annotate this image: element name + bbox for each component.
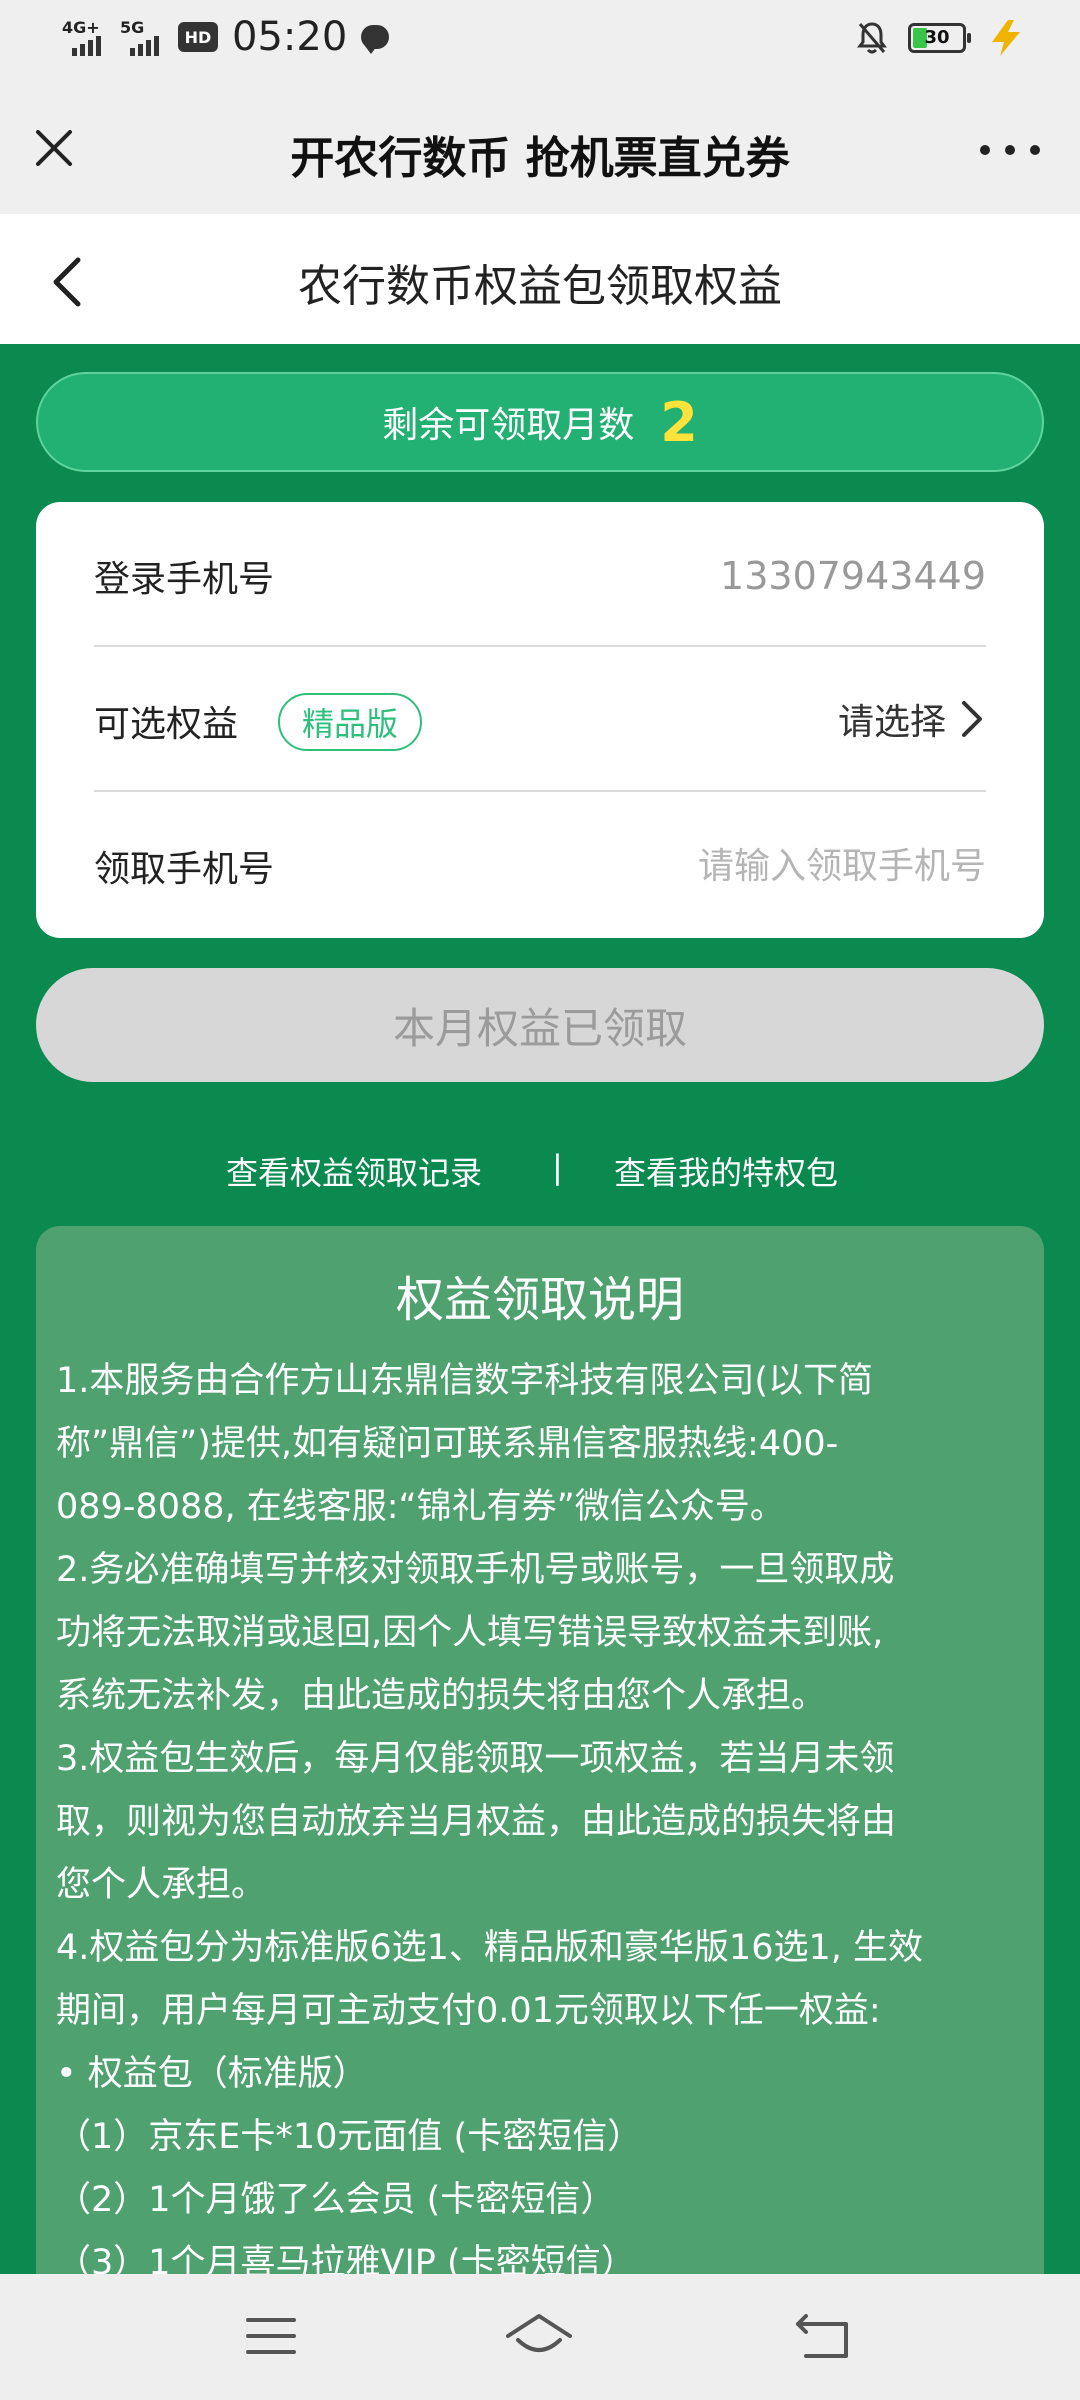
browser-title: 开农行数币 抢机票直兑券: [290, 133, 790, 184]
benefit-select-row[interactable]: 可选权益 精品版 请选择: [94, 647, 986, 792]
login-phone-row: 登录手机号 13307943449: [94, 502, 986, 647]
battery-level: 30: [924, 27, 950, 48]
main-content: 剩余可领取月数 2 登录手机号 13307943449 可选权益 精品版 请选择…: [0, 344, 1080, 2326]
instruction-line: 3.权益包生效后，每月仅能领取一项权益，若当月未领: [56, 1739, 895, 1779]
browser-header: 开农行数币 抢机票直兑券: [0, 80, 1080, 214]
status-left: 4G+ 5G HD 05:20: [62, 14, 390, 60]
signal-icon: 5G: [120, 16, 168, 58]
claim-phone-input[interactable]: [626, 836, 986, 896]
instruction-line: （1）京东E卡*10元面值 (卡密短信）: [56, 2117, 643, 2157]
page-title: 农行数币权益包领取权益: [298, 261, 782, 312]
link-separator: |: [552, 1148, 563, 1186]
benefit-selector[interactable]: 请选择: [838, 693, 986, 745]
benefit-label: 可选权益: [94, 704, 239, 745]
home-icon[interactable]: [504, 2304, 574, 2368]
instructions-title: 权益领取说明: [395, 1272, 684, 1328]
instruction-line: 期间，用户每月可主动支付0.01元领取以下任一权益:: [56, 1991, 881, 2031]
instructions-card: 权益领取说明 1.本服务由合作方山东鼎信数字科技有限公司(以下简 称”鼎信”)提…: [36, 1226, 1044, 2326]
claim-button[interactable]: 本月权益已领取: [36, 968, 1044, 1082]
sim1-label: 4G+: [62, 18, 100, 37]
link-bar: 查看权益领取记录 | 查看我的特权包: [0, 1144, 1080, 1194]
remaining-months-banner: 剩余可领取月数 2: [36, 372, 1044, 472]
instruction-line: 称”鼎信”)提供,如有疑问可联系鼎信客服热线:400-: [56, 1424, 839, 1464]
claim-phone-label: 领取手机号: [94, 849, 275, 890]
claim-form: 登录手机号 13307943449 可选权益 精品版 请选择 领取手机号: [36, 502, 1044, 938]
instruction-line: 1.本服务由合作方山东鼎信数字科技有限公司(以下简: [56, 1361, 874, 1401]
instruction-line: 系统无法补发，由此造成的损失将由您个人承担。: [56, 1676, 827, 1716]
remaining-months-label: 剩余可领取月数: [382, 405, 635, 446]
instruction-line: 功将无法取消或退回,因个人填写错误导致权益未到账,: [56, 1613, 884, 1653]
hd-voice-icon: HD: [178, 22, 218, 52]
back-icon[interactable]: [790, 2304, 860, 2368]
status-right: 30: [856, 18, 1026, 58]
claim-phone-row: 领取手机号: [94, 792, 986, 937]
battery-icon: 30: [908, 23, 971, 53]
page-header: 农行数币权益包领取权益: [0, 214, 1080, 344]
menu-icon[interactable]: [236, 2304, 306, 2368]
mute-bell-icon: [856, 20, 888, 56]
more-options-icon[interactable]: [980, 130, 1040, 170]
instruction-line: 2.务必准确填写并核对领取手机号或账号，一旦领取成: [56, 1550, 895, 1590]
instruction-line: 您个人承担。: [56, 1865, 267, 1905]
premium-edition-badge: 精品版: [278, 693, 423, 751]
sim2-label: 5G: [120, 18, 145, 37]
message-icon: [361, 25, 390, 54]
system-nav-bar: [0, 2274, 1080, 2400]
instruction-line: （2）1个月饿了么会员 (卡密短信）: [56, 2180, 616, 2220]
instructions-body: 1.本服务由合作方山东鼎信数字科技有限公司(以下简 称”鼎信”)提供,如有疑问可…: [56, 1350, 1024, 2295]
instruction-line: 089-8088, 在线客服:“锦礼有券”微信公众号。: [56, 1487, 785, 1527]
status-bar: 4G+ 5G HD 05:20 30: [0, 0, 1080, 80]
login-phone-value: 13307943449: [720, 554, 986, 598]
instruction-line: 4.权益包分为标准版6选1、精品版和豪华版16选1, 生效: [56, 1928, 923, 1968]
screen: 4G+ 5G HD 05:20 30 开农行数币 抢机票直兑券 农行数币权益包领…: [0, 0, 1080, 2400]
signal-icon: 4G+: [62, 16, 110, 58]
remaining-months-count: 2: [660, 390, 698, 454]
login-phone-label: 登录手机号: [94, 559, 275, 600]
benefit-select-text: 请选择: [837, 702, 946, 743]
view-claim-records-link[interactable]: 查看权益领取记录: [226, 1148, 482, 1194]
chevron-right-icon: [962, 701, 982, 737]
instruction-line: • 权益包（标准版）: [56, 2054, 368, 2094]
view-my-package-link[interactable]: 查看我的特权包: [614, 1148, 838, 1194]
charging-bolt-icon: [992, 20, 1020, 56]
instruction-line: 取，则视为您自动放弃当月权益，由此造成的损失将由: [56, 1802, 897, 1842]
clock: 05:20: [232, 14, 348, 60]
